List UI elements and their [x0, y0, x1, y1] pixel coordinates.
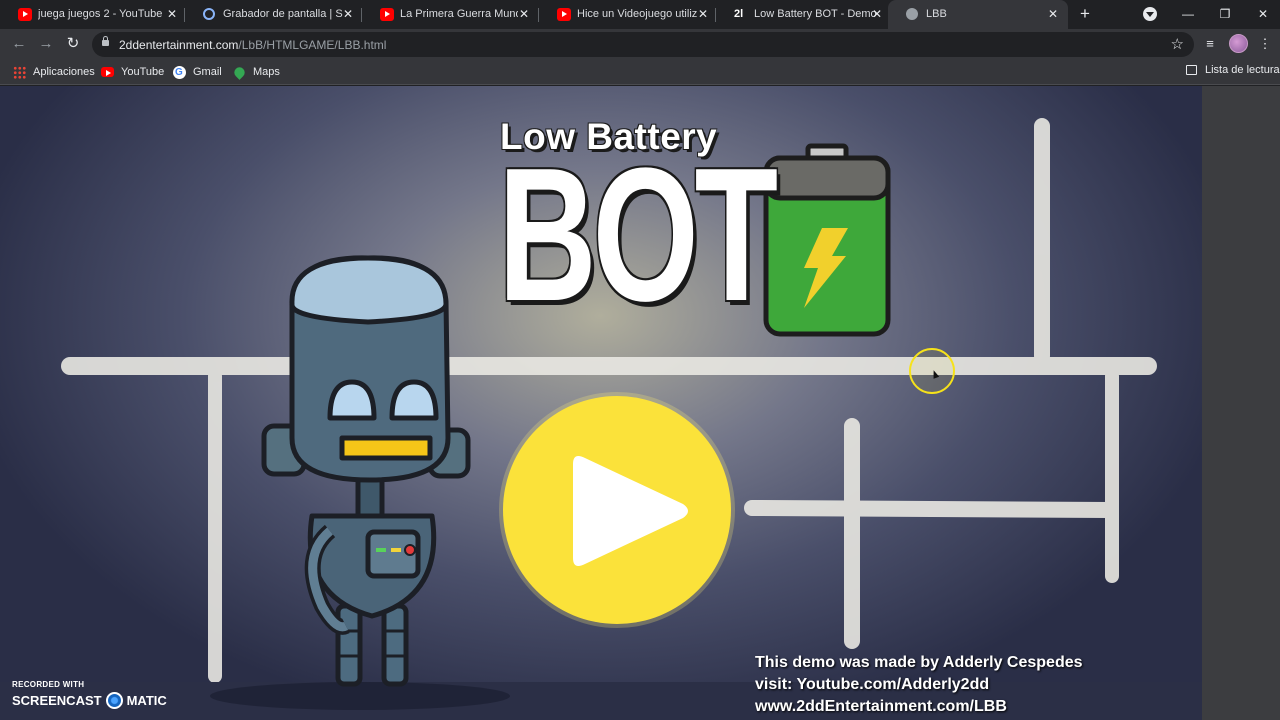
tab-title: Hice un Videojuego utilizando	[577, 8, 697, 20]
screencast-watermark: RECORDED WITH SCREENCAST MATIC	[12, 680, 167, 709]
cursor-highlight	[909, 348, 955, 394]
reload-icon[interactable]: ↻	[63, 34, 83, 54]
reading-list-icon	[1186, 65, 1197, 75]
lbb-icon	[906, 8, 918, 20]
address-bar[interactable]: 2ddentertainment.com/LbB/HTMLGAME/LBB.ht…	[92, 32, 1194, 57]
forward-arrow-icon[interactable]: →	[36, 34, 56, 54]
tab-grabador[interactable]: Grabador de pantalla | Screencast-O-Mati…	[185, 0, 362, 29]
credits-line: www.2ddEntertainment.com/LBB	[755, 698, 1007, 715]
url-text: 2ddentertainment.com/LbB/HTMLGAME/LBB.ht…	[119, 38, 387, 52]
apps-grid-icon	[13, 65, 26, 79]
play-button[interactable]	[503, 396, 731, 624]
tab-search-icon[interactable]	[1143, 7, 1157, 21]
tab-title: La Primera Guerra Mundial	[400, 8, 518, 20]
play-icon	[573, 456, 688, 566]
close-icon[interactable]: ✕	[517, 6, 531, 22]
tab-juega-juegos[interactable]: juega juegos 2 - YouTube ✕	[0, 0, 185, 29]
page-content: Low Battery BOT This demo was made by Ad…	[0, 86, 1280, 720]
credits-line: This demo was made by Adderly Cespedes	[755, 654, 1083, 671]
page-side-gutter	[1202, 86, 1280, 720]
maps-icon	[232, 64, 247, 80]
youtube-icon	[557, 8, 571, 21]
close-icon[interactable]: ✕	[1046, 6, 1060, 22]
tab-title: Low Battery BOT - Demo Game	[754, 8, 878, 20]
reading-list-button[interactable]: Lista de lectura	[1186, 64, 1280, 76]
tab-strip: juega juegos 2 - YouTube ✕ Grabador de p…	[0, 0, 1280, 29]
restore-button[interactable]: ❐	[1215, 5, 1235, 23]
tab-title: juega juegos 2 - YouTube	[38, 8, 163, 20]
bookmark-aplicaciones[interactable]: Aplicaciones	[13, 64, 95, 80]
mouse-pointer-icon	[930, 369, 940, 379]
youtube-icon	[380, 8, 394, 21]
minimize-button[interactable]: —	[1178, 5, 1198, 23]
bookmark-gmail[interactable]: Gmail	[173, 64, 222, 80]
new-tab-button[interactable]: +	[1076, 5, 1094, 23]
tab-title: LBB	[926, 8, 947, 20]
tab-lbb[interactable]: LBB ✕	[888, 0, 1068, 29]
tab-primera-guerra[interactable]: La Primera Guerra Mundial ✕	[362, 0, 539, 29]
tab-title: Grabador de pantalla | Screencast-O-Mati…	[223, 8, 343, 20]
bookmarks-bar: Aplicaciones YouTube Gmail Maps Lista de…	[0, 59, 1280, 85]
menu-kebab-icon[interactable]: ⋮	[1256, 35, 1274, 53]
credits-text: This demo was made by Adderly Cespedes v…	[755, 652, 1083, 718]
youtube-icon	[101, 67, 114, 77]
screencast-logo-icon	[105, 692, 123, 709]
game-logo-title: BOT	[498, 129, 778, 341]
tab-low-battery-demo[interactable]: 2l Low Battery BOT - Demo Game ✕	[716, 0, 888, 29]
close-icon[interactable]: ✕	[341, 6, 355, 22]
browser-toolbar: ← → ↻ 2ddentertainment.com/LbB/HTMLGAME/…	[0, 29, 1280, 59]
avatar[interactable]	[1229, 34, 1248, 53]
lock-icon	[102, 36, 109, 46]
screencast-icon	[203, 8, 215, 20]
bookmark-youtube[interactable]: YouTube	[101, 64, 164, 80]
2dd-icon: 2l	[734, 8, 744, 20]
bookmark-maps[interactable]: Maps	[232, 64, 280, 80]
battery-icon	[763, 143, 891, 337]
back-arrow-icon[interactable]: ←	[9, 34, 29, 54]
close-icon[interactable]: ✕	[696, 6, 710, 22]
close-icon[interactable]: ✕	[870, 6, 884, 22]
close-icon[interactable]: ✕	[165, 6, 179, 22]
close-window-button[interactable]: ✕	[1253, 5, 1273, 23]
youtube-icon	[18, 8, 32, 21]
game-canvas[interactable]: Low Battery BOT This demo was made by Ad…	[0, 86, 1202, 720]
credits-line: visit: Youtube.com/Adderly2dd	[755, 676, 990, 693]
robot-character	[261, 255, 471, 687]
google-icon	[173, 65, 186, 79]
bookmark-star-icon[interactable]: ☆	[1171, 35, 1184, 53]
tab-videojuego[interactable]: Hice un Videojuego utilizando ✕	[539, 0, 716, 29]
media-control-icon[interactable]: ≡	[1201, 35, 1219, 53]
